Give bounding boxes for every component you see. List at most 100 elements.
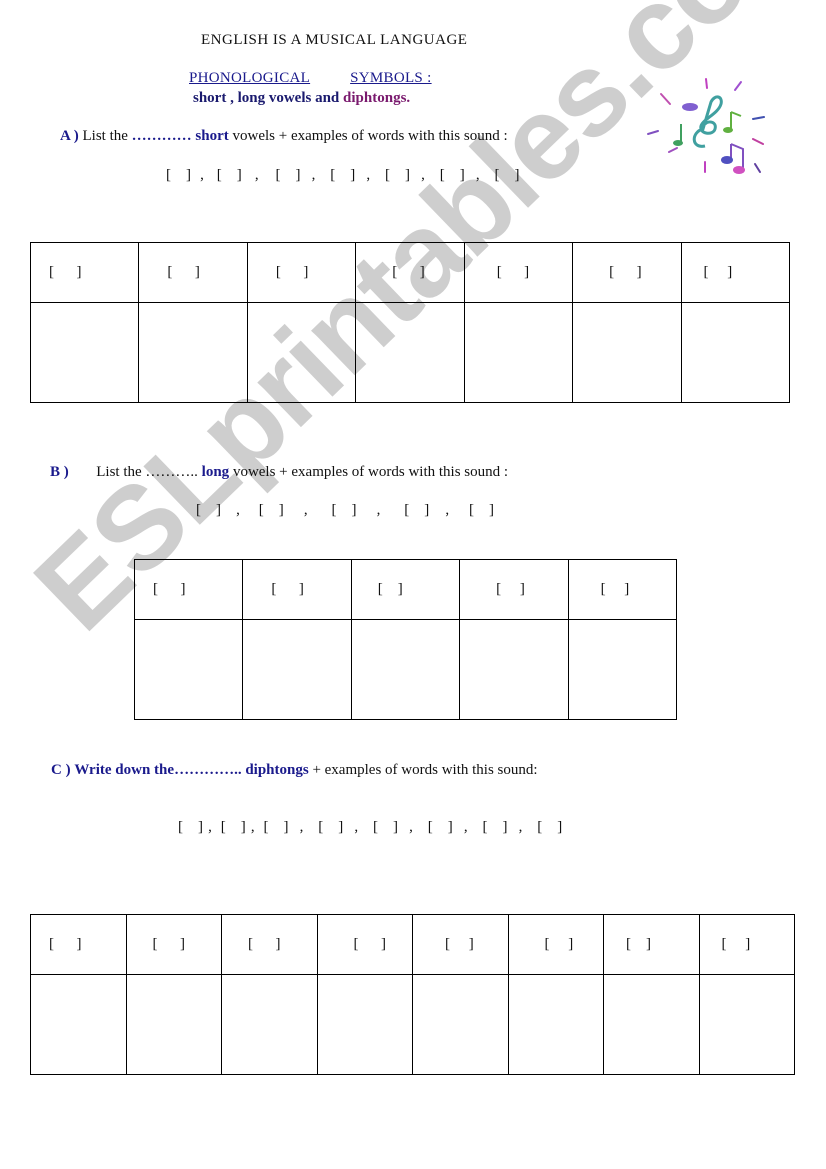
- answer-cell[interactable]: [316, 974, 413, 1075]
- section-b-blank: ………..: [145, 464, 198, 480]
- answer-cell[interactable]: [221, 974, 318, 1075]
- bracket-slot: [ ]: [166, 167, 191, 183]
- answer-cell[interactable]: [246, 302, 357, 403]
- answer-cell[interactable]: [572, 302, 682, 403]
- section-c-blank: …………..: [174, 762, 242, 778]
- header-cell: [ ]: [29, 242, 140, 303]
- section-b-bracket-list: [ ], [ ], [ ], [ ], [ ]: [196, 502, 494, 518]
- section-a-keyword: short: [195, 128, 229, 144]
- answer-cell[interactable]: [125, 974, 222, 1075]
- cell-symbol: [ ]: [152, 936, 186, 952]
- header-cell: [ ]: [242, 559, 352, 620]
- header-cell: [ ]: [138, 242, 248, 303]
- section-a-blank: …………: [131, 128, 192, 144]
- section-b-keyword: long: [201, 464, 230, 480]
- cell-symbol: [ ]: [49, 264, 82, 280]
- subtitle-part1: PHONOLOGICAL: [189, 70, 311, 86]
- answer-cell[interactable]: [698, 974, 795, 1075]
- table-header-row: [ ] [ ] [ ] [ ] [ ] [ ] [ ]: [29, 242, 791, 303]
- cell-symbol: [ ]: [167, 264, 200, 280]
- bracket-slot: [ ]: [330, 167, 356, 183]
- answer-cell[interactable]: [567, 619, 678, 720]
- header-cell: [ ]: [125, 914, 222, 975]
- section-c-text-after: + examples of words with this sound:: [312, 762, 538, 778]
- cell-symbol: [ ]: [445, 936, 474, 952]
- section-b-text-before: List the: [96, 464, 142, 480]
- answer-cell[interactable]: [138, 302, 248, 403]
- bracket-slot: [ ]: [220, 819, 246, 835]
- bracket-slot: [ ]: [331, 502, 357, 518]
- bracket-slot: [ ]: [216, 167, 242, 183]
- worksheet-title: ENGLISH IS A MUSICAL LANGUAGE: [201, 32, 468, 48]
- cell-symbol: [ ]: [49, 936, 82, 952]
- bracket-slot: [ ]: [178, 819, 203, 835]
- bracket-slot: [ ]: [275, 167, 301, 183]
- answer-cell[interactable]: [242, 619, 352, 720]
- header-cell: [ ]: [30, 914, 127, 975]
- subline-part1: short , long vowels and: [193, 90, 340, 106]
- section-a-text-before: List the: [82, 128, 128, 144]
- answer-cell[interactable]: [507, 974, 604, 1075]
- section-a-table: [ ] [ ] [ ] [ ] [ ] [ ] [ ]: [29, 242, 791, 403]
- section-a-instruction: A ) List the ………… short vowels + example…: [60, 128, 508, 145]
- answer-cell[interactable]: [459, 619, 569, 720]
- header-cell: [ ]: [572, 242, 682, 303]
- table-answer-row: [133, 619, 678, 720]
- answer-cell[interactable]: [412, 974, 509, 1075]
- bracket-slot: [ ]: [258, 502, 284, 518]
- section-c-bracket-list: [ ], [ ], [ ], [ ], [ ], [ ], [ ], [ ]: [178, 819, 563, 835]
- answer-cell[interactable]: [350, 619, 461, 720]
- answer-cell[interactable]: [133, 619, 244, 720]
- header-cell: [ ]: [567, 559, 678, 620]
- answer-cell[interactable]: [29, 302, 140, 403]
- cell-symbol: [ ]: [609, 264, 642, 280]
- subtitle-part2: SYMBOLS :: [350, 70, 432, 86]
- bracket-slot: [ ]: [494, 167, 520, 183]
- bracket-slot: [ ]: [482, 819, 508, 835]
- header-cell: [ ]: [698, 914, 795, 975]
- section-a-bracket-list: [ ], [ ], [ ], [ ], [ ], [ ], [ ]: [166, 167, 520, 183]
- cell-symbol: [ ]: [248, 936, 281, 952]
- cell-symbol: [ ]: [721, 936, 751, 952]
- bracket-slot: [ ]: [404, 502, 430, 518]
- cell-symbol: [ ]: [496, 264, 530, 280]
- cell-symbol: [ ]: [600, 581, 630, 597]
- header-cell: [ ]: [133, 559, 244, 620]
- worksheet-subline: short , long vowels and diphtongs.: [193, 90, 410, 107]
- cell-symbol: [ ]: [353, 936, 387, 952]
- bracket-slot: [ ]: [318, 819, 344, 835]
- answer-cell[interactable]: [355, 302, 465, 403]
- section-b-instruction: B ) List the ……….. long vowels + example…: [50, 464, 508, 481]
- bracket-slot: [ ]: [196, 502, 221, 518]
- cell-symbol: [ ]: [496, 581, 525, 597]
- bracket-slot: [ ]: [427, 819, 453, 835]
- header-cell: [ ]: [350, 559, 461, 620]
- section-b-text-after: vowels + examples of words with this sou…: [232, 464, 509, 480]
- section-c-keyword: diphtongs: [245, 762, 309, 778]
- bracket-slot: [ ]: [373, 819, 398, 835]
- cell-symbol: [ ]: [153, 581, 186, 597]
- bracket-slot: [ ]: [263, 819, 289, 835]
- section-c-label: C ): [51, 762, 71, 778]
- header-cell: [ ]: [221, 914, 318, 975]
- cell-symbol: [ ]: [703, 264, 733, 280]
- answer-cell[interactable]: [680, 302, 791, 403]
- section-a-text-after: vowels + examples of words with this sou…: [232, 128, 508, 144]
- bracket-slot: [ ]: [439, 167, 465, 183]
- subline-part2: diphtongs.: [343, 90, 411, 106]
- section-c-table: [ ] [ ] [ ] [ ] [ ] [ ] [ ] [ ]: [30, 914, 795, 1075]
- section-c-text-before: Write down the: [74, 762, 175, 778]
- bracket-slot: [ ]: [385, 167, 410, 183]
- cell-symbol: [ ]: [275, 264, 309, 280]
- table-header-row: [ ] [ ] [ ] [ ] [ ] [ ] [ ] [ ]: [30, 914, 795, 975]
- header-cell: [ ]: [507, 914, 604, 975]
- answer-cell[interactable]: [463, 302, 574, 403]
- header-cell: [ ]: [680, 242, 791, 303]
- header-cell: [ ]: [459, 559, 569, 620]
- cell-symbol: [ ]: [377, 581, 403, 597]
- bracket-slot: [ ]: [537, 819, 563, 835]
- header-cell: [ ]: [412, 914, 509, 975]
- answer-cell[interactable]: [30, 974, 127, 1075]
- answer-cell[interactable]: [603, 974, 700, 1075]
- cell-symbol: [ ]: [626, 936, 651, 952]
